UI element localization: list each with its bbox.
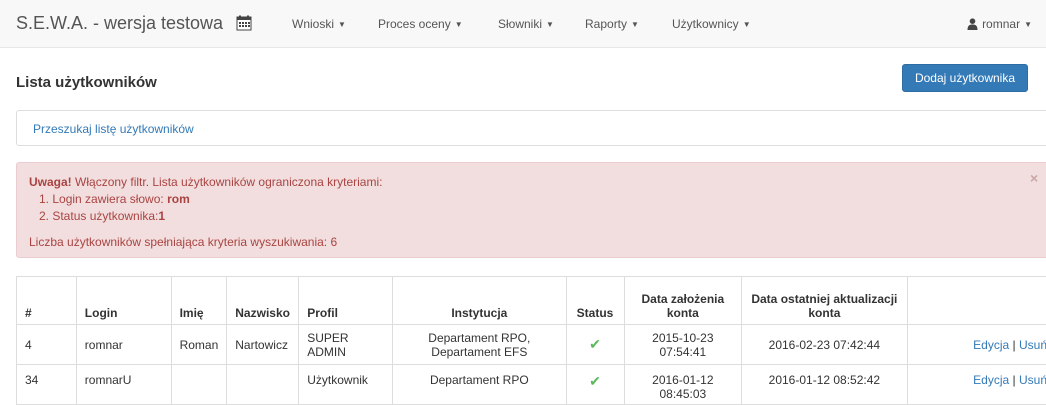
alert-heading: Uwaga! Włączony filtr. Lista użytkownikó…: [29, 175, 382, 189]
nav-menu-uzytkownicy[interactable]: Użytkownicy ▼: [672, 17, 751, 31]
check-icon: ✔: [589, 336, 601, 352]
cell-imie: Roman: [170, 324, 228, 365]
cell-actions: Edycja | Usuń: [906, 324, 1046, 365]
calendar-icon[interactable]: [236, 15, 252, 31]
table-row: 34 romnarU Użytkownik Departament RPO ✔ …: [16, 364, 1046, 405]
col-header-login[interactable]: Login: [75, 276, 172, 325]
users-table: # Login Imię Nazwisko Profil Instytucja …: [16, 276, 1046, 405]
nav-menu-label: Słowniki: [498, 17, 543, 31]
cell-profil: Użytkownik: [298, 364, 394, 405]
action-separator: |: [1012, 373, 1016, 387]
col-header-created[interactable]: Data założenia konta: [623, 276, 743, 325]
caret-down-icon: ▼: [454, 20, 463, 29]
cell-instytucja: Departament RPO: [392, 364, 567, 405]
col-header-profil[interactable]: Profil: [298, 276, 394, 325]
cell-login: romnarU: [75, 364, 172, 405]
caret-down-icon: ▼: [546, 20, 554, 29]
alert-text: Włączony filtr. Lista użytkowników ogran…: [71, 175, 383, 189]
col-header-imie[interactable]: Imię: [170, 276, 228, 325]
cell-status: ✔: [565, 324, 625, 365]
cell-instytucja: Departament RPO, Departament EFS: [392, 324, 567, 365]
criterion-label: 1. Login zawiera słowo:: [39, 192, 168, 206]
alert-criterion: 1. Login zawiera słowo: rom: [39, 192, 190, 206]
caret-down-icon: ▼: [742, 20, 751, 29]
cell-updated: 2016-01-12 08:52:42: [741, 364, 908, 405]
cell-imie: [170, 364, 228, 405]
cell-actions: Edycja | Usuń: [906, 364, 1046, 405]
cell-login: romnar: [75, 324, 172, 365]
criterion-value: rom: [167, 192, 190, 206]
check-icon: ✔: [589, 373, 601, 389]
criterion-value: 1: [158, 209, 166, 223]
nav-menu-label: Proces oceny: [378, 17, 451, 31]
col-header-instytucja[interactable]: Instytucja: [392, 276, 567, 325]
cell-nazwisko: Nartowicz: [226, 324, 300, 365]
delete-link[interactable]: Usuń: [1019, 373, 1046, 387]
cell-created: 2015-10-23 07:54:41: [623, 324, 743, 365]
caret-down-icon: ▼: [338, 20, 346, 29]
col-header-updated[interactable]: Data ostatniej aktualizacji konta: [741, 276, 908, 325]
cell-id: 4: [16, 324, 77, 365]
table-row: 4 romnar Roman Nartowicz SUPER ADMIN Dep…: [16, 324, 1046, 365]
cell-status: ✔: [565, 364, 625, 405]
nav-menu-raporty[interactable]: Raporty ▼: [585, 17, 639, 31]
user-name: romnar: [982, 17, 1021, 31]
cell-id: 34: [16, 364, 77, 405]
nav-menu-wnioski[interactable]: Wnioski ▼: [292, 17, 346, 31]
cell-created: 2016-01-12 08:45:03: [623, 364, 743, 405]
col-header-status[interactable]: Status: [565, 276, 625, 325]
search-users-link[interactable]: Przeszukaj listę użytkowników: [33, 122, 194, 136]
caret-down-icon: ▼: [631, 20, 639, 29]
nav-menu-label: Raporty: [585, 17, 628, 31]
top-navbar: S.E.W.A. - wersja testowa Wnioski ▼ Proce…: [0, 0, 1046, 48]
user-menu[interactable]: romnar ▼: [967, 17, 1032, 31]
cell-nazwisko: [226, 364, 300, 405]
delete-link[interactable]: Usuń: [1019, 338, 1046, 352]
alert-criterion: 2. Status użytkownika:1: [39, 209, 165, 223]
page-title: Lista użytkowników: [16, 74, 157, 91]
edit-link[interactable]: Edycja: [973, 373, 1009, 387]
action-separator: |: [1012, 337, 1016, 352]
alert-count: Liczba użytkowników spełniająca kryteria…: [29, 235, 338, 249]
app-brand[interactable]: S.E.W.A. - wersja testowa: [16, 13, 223, 34]
col-header-id[interactable]: #: [16, 276, 77, 325]
cell-profil: SUPER ADMIN: [298, 324, 394, 365]
add-user-button[interactable]: Dodaj użytkownika: [902, 64, 1028, 92]
col-header-actions: [906, 276, 1046, 325]
nav-menu-label: Wnioski: [292, 17, 335, 31]
alert-strong: Uwaga!: [29, 175, 72, 189]
table-header-row: # Login Imię Nazwisko Profil Instytucja …: [16, 276, 1046, 325]
search-panel: Przeszukaj listę użytkowników: [16, 110, 1046, 146]
filter-alert: Uwaga! Włączony filtr. Lista użytkownikó…: [16, 162, 1046, 258]
nav-menu-proces-oceny[interactable]: Proces oceny ▼: [378, 17, 463, 31]
criterion-label: 2. Status użytkownika:: [39, 209, 159, 223]
cell-updated: 2016-02-23 07:42:44: [741, 324, 908, 365]
caret-down-icon: ▼: [1024, 20, 1032, 29]
col-header-nazwisko[interactable]: Nazwisko: [226, 276, 300, 325]
edit-link[interactable]: Edycja: [973, 338, 1009, 352]
close-icon[interactable]: ×: [1030, 170, 1038, 186]
nav-menu-label: Użytkownicy: [672, 17, 739, 31]
user-icon: [967, 18, 978, 30]
nav-menu-slowniki[interactable]: Słowniki ▼: [498, 17, 554, 31]
